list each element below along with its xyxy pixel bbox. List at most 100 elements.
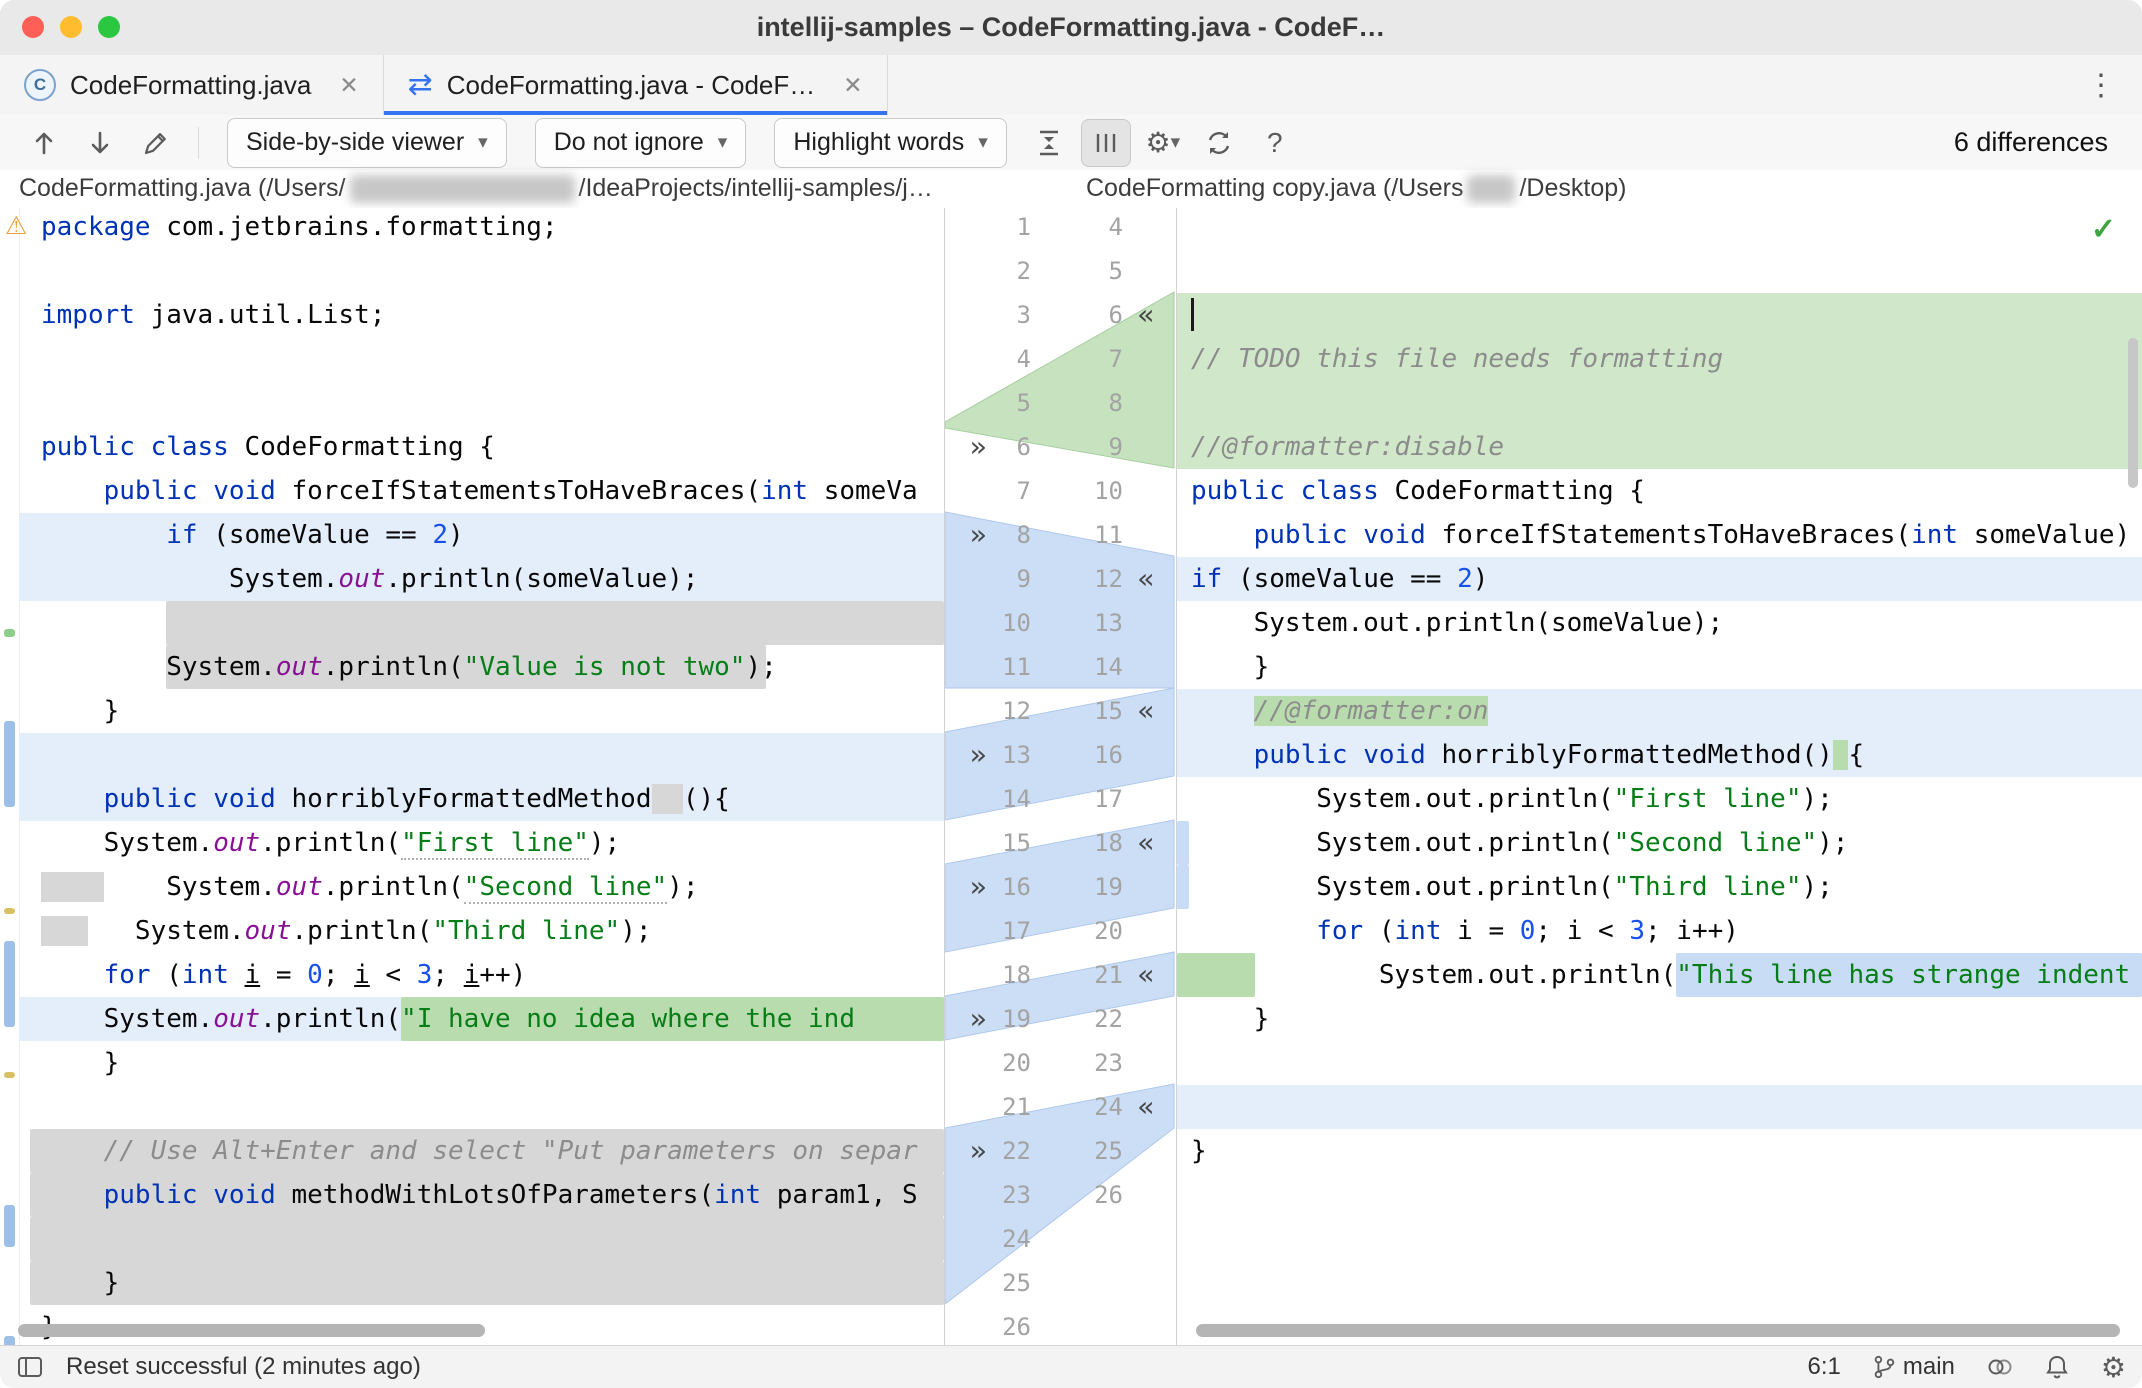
- right-horizontal-scrollbar[interactable]: [1196, 1324, 2120, 1337]
- edit-pencil-icon[interactable]: [132, 120, 180, 166]
- notifications-bell-icon[interactable]: [2043, 1353, 2071, 1381]
- code-line[interactable]: package com.jetbrains.formatting;: [19, 208, 944, 249]
- apply-change-left-icon[interactable]: «: [1125, 953, 1167, 997]
- vertical-scrollbar[interactable]: [2128, 338, 2138, 488]
- apply-change-left-icon[interactable]: «: [1125, 557, 1167, 601]
- code-line[interactable]: public void forceIfStatementsToHaveBrace…: [1177, 513, 2142, 557]
- left-editor-pane[interactable]: package com.jetbrains.formatting; import …: [19, 208, 944, 1345]
- stripe-mark-warning[interactable]: [4, 908, 15, 914]
- apply-change-left-icon[interactable]: «: [1125, 821, 1167, 865]
- code-line[interactable]: public void forceIfStatementsToHaveBrace…: [19, 469, 944, 513]
- code-line[interactable]: //@formatter:on: [1177, 689, 2142, 733]
- apply-change-left-icon[interactable]: «: [1125, 1085, 1167, 1129]
- code-line[interactable]: [19, 249, 944, 293]
- code-line[interactable]: [1177, 293, 2142, 337]
- apply-change-left-icon: [1125, 601, 1167, 645]
- code-line[interactable]: System.out.println("I have no idea where…: [19, 997, 944, 1041]
- code-line[interactable]: public class CodeFormatting {: [1177, 469, 2142, 513]
- code-line[interactable]: [1177, 1085, 2142, 1129]
- code-line[interactable]: for (int i = 0; i < 3; i++): [19, 953, 944, 997]
- stripe-mark-blue[interactable]: [4, 941, 15, 1027]
- tab-options-kebab-icon[interactable]: ⋮: [2078, 68, 2124, 103]
- previous-difference-button[interactable]: [20, 120, 68, 166]
- code-line[interactable]: [1177, 249, 2142, 293]
- code-line[interactable]: public void horriblyFormattedMethod() {: [1177, 733, 2142, 777]
- git-branch-widget[interactable]: main: [1871, 1353, 1955, 1381]
- code-line[interactable]: System.out.println("Second line");: [19, 865, 944, 909]
- apply-change-left-icon[interactable]: «: [1125, 293, 1167, 337]
- stripe-mark-blue[interactable]: [4, 721, 15, 807]
- inspection-warning-icon[interactable]: ⚠: [5, 211, 27, 241]
- status-message: Reset successful (2 minutes ago): [66, 1353, 421, 1380]
- inspection-ok-icon[interactable]: ✓: [2091, 212, 2116, 247]
- highlight-mode-select[interactable]: Highlight words ▾: [774, 117, 1007, 168]
- code-line[interactable]: System.out.println(someValue);: [19, 557, 944, 601]
- code-line[interactable]: // Use Alt+Enter and select "Put paramet…: [19, 1129, 944, 1173]
- code-line[interactable]: [19, 733, 944, 777]
- stripe-mark-blue[interactable]: [4, 1336, 15, 1345]
- apply-change-left-icon: [1125, 1261, 1167, 1305]
- code-line[interactable]: System.out.println("Third line");: [19, 909, 944, 953]
- code-line[interactable]: [19, 1217, 944, 1261]
- tab-diff-codeformatting[interactable]: ⇄ CodeFormatting.java - CodeF… ✕: [383, 55, 888, 115]
- code-line[interactable]: System.out.println("First line");: [19, 821, 944, 865]
- caret-position[interactable]: 6:1: [1807, 1353, 1840, 1381]
- close-tab-icon[interactable]: ✕: [339, 72, 358, 99]
- tab-codeformatting[interactable]: C CodeFormatting.java ✕: [0, 55, 384, 115]
- code-line[interactable]: [19, 1085, 944, 1129]
- collapse-unchanged-button[interactable]: [1025, 120, 1073, 166]
- code-line[interactable]: }: [19, 1041, 944, 1085]
- code-line[interactable]: [19, 337, 944, 381]
- code-line[interactable]: System.out.println("This line has strang…: [1177, 953, 2142, 997]
- stripe-mark-blue[interactable]: [4, 1205, 15, 1247]
- code-line[interactable]: System.out.println(someValue);: [1177, 601, 2142, 645]
- code-line[interactable]: [19, 381, 944, 425]
- code-line[interactable]: public void methodWithLotsOfParameters(i…: [19, 1173, 944, 1217]
- stripe-mark-warning[interactable]: [4, 1072, 15, 1078]
- code-line[interactable]: public void horriblyFormattedMethod (){: [19, 777, 944, 821]
- code-line[interactable]: }: [19, 689, 944, 733]
- diff-settings-gear-button[interactable]: ⚙ ▾: [1139, 120, 1187, 166]
- left-horizontal-scrollbar[interactable]: [18, 1324, 485, 1337]
- code-line[interactable]: System.out.println("Third line");: [1177, 865, 2142, 909]
- tool-window-toggle-icon[interactable]: [16, 1353, 44, 1381]
- code-line[interactable]: for (int i = 0; i < 3; i++): [1177, 909, 2142, 953]
- right-editor-pane[interactable]: // TODO this file needs formatting //@for…: [1177, 208, 2142, 1345]
- code-line[interactable]: }: [19, 1261, 944, 1305]
- code-line[interactable]: System.out.println("First line");: [1177, 777, 2142, 821]
- code-line[interactable]: System.out.println("Value is not two");: [19, 645, 944, 689]
- code-line[interactable]: if (someValue == 2): [19, 513, 944, 557]
- code-line[interactable]: [19, 601, 944, 645]
- error-stripe[interactable]: [0, 208, 20, 1345]
- apply-change-left-icon: [1125, 777, 1167, 821]
- viewer-mode-select[interactable]: Side-by-side viewer ▾: [227, 117, 507, 168]
- code-line[interactable]: [1177, 1173, 2142, 1217]
- code-line[interactable]: import java.util.List;: [19, 293, 944, 337]
- stripe-mark-green[interactable]: [4, 629, 15, 637]
- whitespace-ignore-select[interactable]: Do not ignore ▾: [534, 117, 747, 168]
- help-button[interactable]: ?: [1251, 120, 1299, 166]
- settings-gear-icon[interactable]: ⚙: [2101, 1351, 2126, 1384]
- code-line[interactable]: [1177, 381, 2142, 425]
- code-line[interactable]: [1177, 208, 2142, 249]
- code-line[interactable]: }: [1177, 645, 2142, 689]
- code-line[interactable]: //@formatter:disable: [1177, 425, 2142, 469]
- ide-services-icon[interactable]: [1985, 1353, 2013, 1381]
- synchronize-scrolling-button[interactable]: [1080, 118, 1131, 167]
- close-tab-icon[interactable]: ✕: [843, 72, 862, 99]
- right-line-number: 5: [1108, 257, 1123, 285]
- code-line[interactable]: [1177, 1217, 2142, 1261]
- apply-change-left-icon[interactable]: «: [1125, 689, 1167, 733]
- code-line[interactable]: [1177, 1041, 2142, 1085]
- code-line[interactable]: System.out.println("Second line");: [1177, 821, 2142, 865]
- code-line[interactable]: }: [1177, 997, 2142, 1041]
- left-line-number: 25: [1002, 1269, 1031, 1297]
- swap-sides-button[interactable]: [1195, 120, 1243, 166]
- highlight-mode-value: Highlight words: [793, 128, 965, 156]
- code-line[interactable]: }: [1177, 1129, 2142, 1173]
- next-difference-button[interactable]: [76, 120, 124, 166]
- code-line[interactable]: if (someValue == 2): [1177, 557, 2142, 601]
- code-line[interactable]: // TODO this file needs formatting: [1177, 337, 2142, 381]
- code-line[interactable]: public class CodeFormatting {: [19, 425, 944, 469]
- code-line[interactable]: [1177, 1261, 2142, 1305]
